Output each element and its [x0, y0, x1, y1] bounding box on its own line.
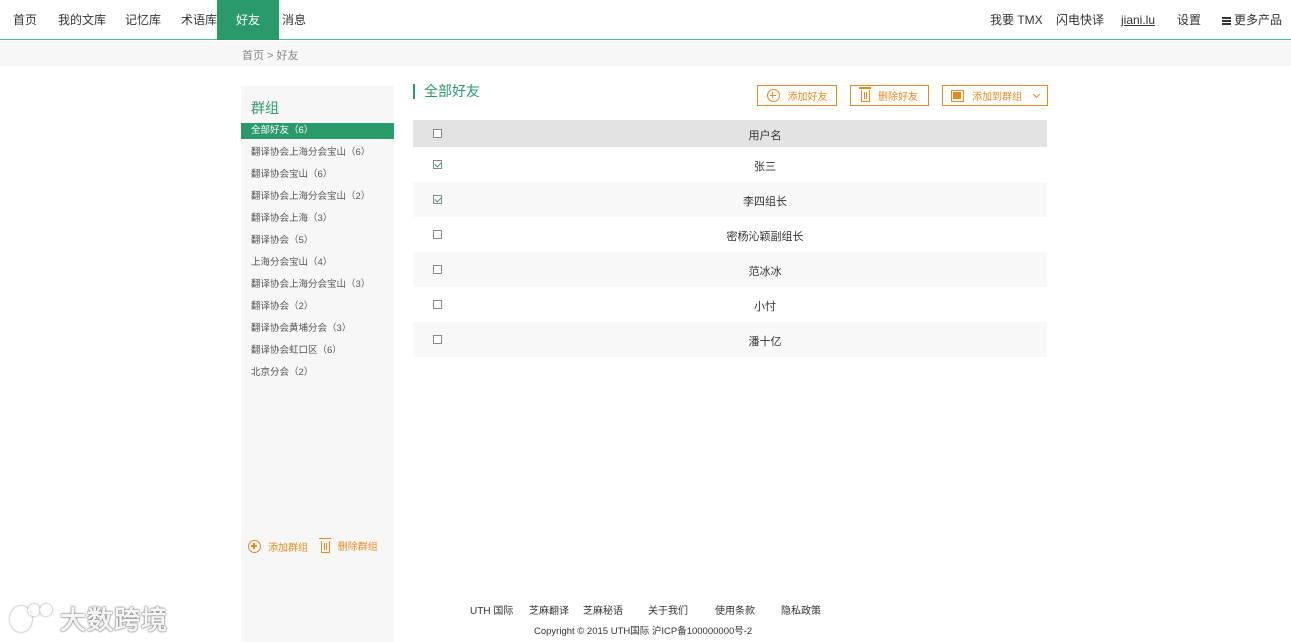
add-to-group-label: 添加到群组 [972, 92, 1022, 103]
group-list: 全部好友（6） 翻译协会上海分会宝山（6） 翻译协会宝山（6） 翻译协会上海分会… [241, 123, 394, 384]
watermark-logo-icon [8, 602, 56, 636]
page-title: 全部好友 [413, 84, 480, 99]
row-checkbox[interactable] [433, 230, 442, 239]
breadcrumb: 首页 > 好友 [242, 47, 299, 63]
footer-link-about[interactable]: 关于我们 [648, 602, 688, 617]
nav-termbase[interactable]: 术语库 [181, 0, 217, 40]
chevron-down-icon [1032, 90, 1041, 98]
username-cell: 范冰冰 [748, 266, 782, 278]
username-cell: 潘十亿 [748, 336, 782, 348]
group-item[interactable]: 翻译协会黄埔分会（3） [241, 318, 394, 340]
group-item[interactable]: 翻译协会上海分会宝山（3） [241, 274, 394, 296]
table-row[interactable]: 范冰冰 [413, 252, 1047, 287]
watermark-text: 大数跨境 [60, 606, 169, 636]
nav-memory-bank[interactable]: 记忆库 [125, 0, 161, 40]
group-item[interactable]: 翻译协会上海分会宝山（6） [241, 142, 394, 164]
top-nav: 首页 我的文库 记忆库 术语库 好友 消息 我要 TMX 闪电快译 jiani.… [0, 0, 1291, 40]
table-row[interactable]: 密杨沁颖副组长 [413, 217, 1047, 252]
nav-home[interactable]: 首页 [13, 0, 37, 40]
group-item[interactable]: 翻译协会宝山（6） [241, 164, 394, 186]
breadcrumb-home[interactable]: 首页 [242, 50, 264, 62]
trash-icon [859, 87, 871, 102]
row-checkbox[interactable] [433, 300, 442, 309]
add-group-button[interactable]: 添加群组 [248, 539, 308, 554]
select-all-checkbox[interactable] [433, 129, 442, 138]
nav-settings[interactable]: 设置 [1177, 0, 1201, 40]
table-row[interactable]: 张三 [413, 147, 1047, 182]
watermark: 大数跨境 [8, 600, 168, 637]
sidebar-title: 群组 [251, 100, 279, 116]
table-row[interactable]: 小忖 [413, 287, 1047, 322]
column-header-username: 用户名 [748, 130, 782, 142]
nav-my-library[interactable]: 我的文库 [58, 0, 106, 40]
delete-group-button[interactable]: 删除群组 [318, 537, 378, 553]
table-row[interactable]: 李四组长 [413, 182, 1047, 217]
footer-link-uth[interactable]: UTH 国际 [470, 602, 513, 617]
breadcrumb-separator: > [264, 50, 277, 62]
nav-messages[interactable]: 消息 [282, 0, 306, 40]
username-cell: 小忖 [754, 301, 776, 313]
row-checkbox[interactable] [433, 265, 442, 274]
plus-circle-icon [766, 89, 780, 102]
row-checkbox[interactable] [433, 195, 442, 204]
table-row[interactable]: 潘十亿 [413, 322, 1047, 357]
footer-link-translate[interactable]: 芝麻翻译 [529, 602, 569, 617]
nav-tmx[interactable]: 我要 TMX [990, 0, 1043, 40]
footer-link-terms[interactable]: 使用条款 [715, 602, 755, 617]
group-item[interactable]: 上海分会宝山（4） [241, 252, 394, 274]
nav-quick-translate[interactable]: 闪电快译 [1056, 0, 1104, 40]
username-cell: 张三 [754, 161, 776, 173]
add-to-group-dropdown[interactable]: 添加到群组 [942, 85, 1048, 106]
sidebar-actions: 添加群组 删除群组 [248, 537, 388, 556]
trash-icon [318, 537, 331, 553]
breadcrumb-current: 好友 [276, 50, 299, 62]
footer-link-privacy[interactable]: 隐私政策 [781, 602, 821, 617]
username-cell: 李四组长 [743, 196, 787, 208]
add-friend-button[interactable]: 添加好友 [757, 85, 837, 106]
delete-friend-button[interactable]: 删除好友 [850, 85, 929, 106]
delete-friend-label: 删除好友 [878, 92, 918, 103]
plus-circle-icon [248, 539, 261, 553]
group-item[interactable]: 北京分会（2） [241, 362, 394, 384]
row-checkbox[interactable] [433, 160, 442, 169]
friends-table: 用户名 张三 李四组长 密杨沁颖副组长 范冰冰 小忖 潘十亿 [413, 120, 1047, 357]
group-item-all-friends[interactable]: 全部好友（6） [241, 123, 394, 139]
group-sidebar: 群组 全部好友（6） 翻译协会上海分会宝山（6） 翻译协会宝山（6） 翻译协会上… [241, 86, 394, 642]
copyright: Copyright © 2015 UTH国际 沪ICP备100000000号-2 [534, 626, 753, 637]
add-friend-label: 添加好友 [787, 92, 828, 103]
username-cell: 密杨沁颖副组长 [726, 231, 804, 243]
delete-group-label: 删除群组 [337, 542, 378, 553]
add-to-group-icon [951, 89, 964, 102]
group-item[interactable]: 翻译协会（2） [241, 296, 394, 318]
nav-more-products[interactable]: 更多产品 [1222, 0, 1282, 40]
group-item[interactable]: 翻译协会虹口区（6） [241, 340, 394, 362]
menu-icon [1222, 17, 1231, 25]
add-group-label: 添加群组 [268, 542, 308, 554]
footer-link-secret[interactable]: 芝麻秘语 [583, 602, 623, 617]
group-item[interactable]: 翻译协会上海分会宝山（2） [241, 186, 394, 208]
group-item[interactable]: 翻译协会上海（3） [241, 208, 394, 230]
breadcrumb-bar: 首页 > 好友 [0, 41, 1291, 66]
row-checkbox[interactable] [433, 335, 442, 344]
nav-more-label: 更多产品 [1234, 13, 1283, 27]
nav-user-link[interactable]: jiani.lu [1121, 0, 1155, 40]
group-item[interactable]: 翻译协会（5） [241, 230, 394, 252]
table-header: 用户名 [413, 120, 1047, 147]
nav-friends[interactable]: 好友 [217, 0, 279, 40]
